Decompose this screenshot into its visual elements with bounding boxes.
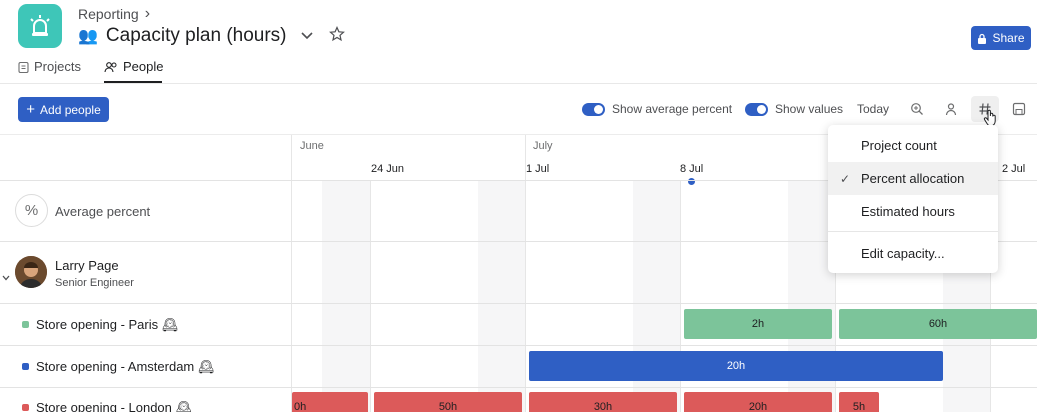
project-color-dot xyxy=(22,363,29,370)
toggle-show-values[interactable] xyxy=(745,103,768,116)
allocation-bar[interactable]: 30h xyxy=(529,392,677,412)
tab-people-label: People xyxy=(123,59,164,74)
allocation-bar[interactable]: 5h xyxy=(839,392,879,412)
row-divider xyxy=(0,345,1037,346)
menu-item-edit-capacity[interactable]: Edit capacity... xyxy=(828,237,998,270)
week-label: 2 Jul xyxy=(1002,163,1026,175)
grid-vline xyxy=(370,181,371,412)
row-divider xyxy=(0,303,1037,304)
show-values-label: Show values xyxy=(775,102,844,116)
title-row: 👥 Capacity plan (hours) xyxy=(78,25,345,47)
breadcrumb-reporting[interactable]: Reporting xyxy=(78,6,139,22)
tab-projects[interactable]: Projects xyxy=(18,59,81,74)
page-title[interactable]: Capacity plan (hours) xyxy=(106,25,287,47)
star-icon[interactable] xyxy=(328,25,345,47)
tab-people[interactable]: People xyxy=(104,59,163,74)
project-label-london[interactable]: Store opening - London 🕰 xyxy=(36,400,192,412)
menu-divider xyxy=(828,231,998,232)
average-percent-label: Average percent xyxy=(55,204,151,219)
check-icon: ✓ xyxy=(840,171,851,186)
allocation-bar[interactable]: 60h xyxy=(839,309,1037,339)
menu-item-label: Project count xyxy=(861,138,937,153)
month-label-june: June xyxy=(300,140,324,152)
menu-item-project-count[interactable]: Project count xyxy=(828,129,998,162)
weekend-shade xyxy=(322,181,370,412)
lock-icon xyxy=(978,33,987,44)
person-name[interactable]: Larry Page xyxy=(55,258,119,273)
toggle-average-percent[interactable] xyxy=(582,103,605,116)
month-label-july: July xyxy=(533,140,553,152)
week-label: 1 Jul xyxy=(526,163,550,175)
save-icon[interactable] xyxy=(1010,100,1028,118)
menu-item-label: Estimated hours xyxy=(861,204,955,219)
siren-icon xyxy=(30,15,50,36)
row-divider xyxy=(0,387,1037,388)
header-divider xyxy=(0,83,1037,84)
menu-item-label: Percent allocation xyxy=(861,171,965,186)
plus-icon: + xyxy=(26,101,36,118)
share-label: Share xyxy=(992,31,1025,45)
week-label: 24 Jun xyxy=(371,163,405,175)
menu-item-percent-allocation[interactable]: ✓ Percent allocation xyxy=(828,162,998,195)
week-label: 8 Jul xyxy=(680,163,704,175)
allocation-bar[interactable]: 50h xyxy=(374,392,522,412)
grid-vline xyxy=(291,135,292,412)
allocation-bar[interactable]: 20h xyxy=(684,392,832,412)
project-label-paris[interactable]: Store opening - Paris 🕰 xyxy=(36,317,178,333)
tab-projects-label: Projects xyxy=(34,59,81,74)
people-emoji-icon: 👥 xyxy=(78,28,98,45)
chevron-down-icon[interactable] xyxy=(300,27,313,45)
weekend-shade xyxy=(478,181,526,412)
project-color-dot xyxy=(22,404,29,411)
add-people-label: Add people xyxy=(40,102,101,117)
clipboard-icon xyxy=(18,61,29,73)
project-label-amsterdam[interactable]: Store opening - Amsterdam 🕰 xyxy=(36,359,214,375)
project-color-dot xyxy=(22,321,29,328)
grid-vline xyxy=(525,135,526,412)
project-app-icon xyxy=(18,4,62,48)
people-icon xyxy=(104,61,117,72)
share-button[interactable]: Share xyxy=(971,26,1031,50)
allocation-bar[interactable]: 2h xyxy=(684,309,832,339)
menu-item-label: Edit capacity... xyxy=(861,246,945,261)
add-people-button[interactable]: + Add people xyxy=(18,97,109,122)
chevron-right-icon: › xyxy=(144,5,151,22)
today-button[interactable]: Today xyxy=(857,102,889,116)
avatar[interactable] xyxy=(15,256,47,288)
show-average-percent-label: Show average percent xyxy=(612,102,733,116)
allocation-bar[interactable]: 20h xyxy=(529,351,943,381)
person-icon[interactable] xyxy=(942,100,960,118)
allocation-bar[interactable]: 0h xyxy=(292,392,368,412)
collapse-chevron-icon[interactable] xyxy=(2,268,10,286)
zoom-in-icon[interactable] xyxy=(908,100,926,118)
person-role: Senior Engineer xyxy=(55,277,134,289)
value-type-menu: Project count ✓ Percent allocation Estim… xyxy=(828,125,998,273)
menu-item-estimated-hours[interactable]: Estimated hours xyxy=(828,195,998,228)
breadcrumb[interactable]: Reporting › xyxy=(78,5,150,23)
percent-icon: % xyxy=(15,194,48,227)
